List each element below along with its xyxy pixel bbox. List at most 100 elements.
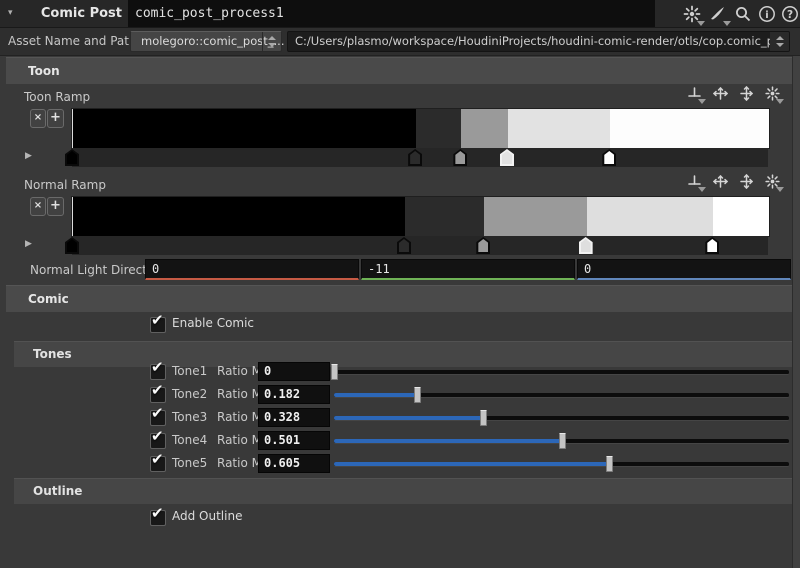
ramp-stop-handle[interactable] [500,149,514,166]
ramp-interpolation-icon[interactable] [686,173,703,190]
ramp-options-caret-icon [776,187,784,192]
ramp-stop-handle[interactable] [397,237,411,254]
ramp-add-point-button[interactable]: + [47,197,64,216]
ramp-add-point-button[interactable]: + [47,109,64,128]
ramp-segment [587,197,714,236]
info-icon[interactable]: i [757,4,777,24]
ramp-segment [405,197,484,236]
ramp-options-gear-icon[interactable] [764,173,781,190]
tone3-ratio-min-slider[interactable] [334,406,789,429]
add-outline-checkbox[interactable]: ✔ [150,510,166,526]
tone4-checkbox[interactable]: ✔ [150,433,166,449]
ramp-interpolation-caret-icon [698,187,706,192]
slider-track[interactable] [334,370,789,375]
section-header-outline[interactable]: Outline [14,478,800,504]
brush-appearance-icon[interactable] [708,4,728,24]
tone2-checkbox[interactable]: ✔ [150,387,166,403]
ramp-stop-handle[interactable] [476,237,490,254]
tone2-ratio-min-field[interactable]: 0.182 [258,385,330,404]
toon-ramp-gradient[interactable] [72,109,769,148]
tone5-ratio-min-slider[interactable] [334,452,789,475]
vertical-scrollbar[interactable] [792,56,800,568]
tone4-ratio-min-slider[interactable] [334,429,789,452]
ramp-move-horizontal-icon[interactable] [712,85,729,102]
svg-text:?: ? [787,9,793,21]
asset-definition-select[interactable]: molegoro::comic_post_... [130,31,282,52]
tone4-ratio-min-field[interactable]: 0.501 [258,431,330,450]
asset-path-spinner[interactable] [770,32,789,51]
ramp-expand-icon[interactable]: ▶ [25,239,32,249]
ramp-options-gear-icon[interactable] [764,85,781,102]
node-type-label: Comic Post Process [0,0,122,27]
gear-menu-icon[interactable] [682,4,702,24]
slider-handle[interactable] [414,387,421,403]
normal-ramp-handle-strip[interactable] [72,236,768,255]
spinner-up-icon [776,36,784,40]
toon-ramp-widget[interactable] [72,109,768,167]
ramp-move-horizontal-icon[interactable] [712,173,729,190]
normal-light-direction-z-field[interactable]: 0 [577,259,791,280]
ramp-segment [713,197,769,236]
section-header-toon[interactable]: Toon [6,57,800,84]
normal-light-direction-x-field[interactable]: 0 [145,259,359,280]
slider-fill [334,439,562,443]
toon-ramp-toolbar [686,85,781,103]
slider-handle[interactable] [331,364,338,380]
slider-handle[interactable] [606,456,613,472]
node-name-input[interactable]: comic_post_process1 [128,0,655,27]
ramp-stop-handle[interactable] [65,149,79,166]
ramp-move-vertical-icon[interactable] [738,85,755,102]
enable-comic-label: Enable Comic [172,316,254,330]
normal-light-direction-y-field[interactable]: -11 [361,259,575,280]
brush-menu-caret-icon [723,21,731,26]
tone5-label: Tone5 [172,456,207,470]
asset-definition-spinner[interactable] [262,32,281,51]
ramp-delete-point-button[interactable]: × [30,197,46,216]
ramp-stop-handle[interactable] [453,149,467,166]
ramp-expand-icon[interactable]: ▶ [25,151,32,161]
toon-ramp-label: Toon Ramp [24,90,90,104]
tone1-ratio-min-slider[interactable] [334,360,789,383]
houdini-parameter-pane: ▾ Comic Post Process comic_post_process1 [0,0,800,568]
enable-comic-checkbox[interactable]: ✔ [150,317,166,333]
ramp-stop-handle[interactable] [408,149,422,166]
checkmark-icon: ✔ [151,404,164,422]
asset-name-path-row: Asset Name and Path molegoro::comic_post… [0,28,800,56]
tone3-row: ✔ Tone3 Ratio Min 0.328 [0,406,800,429]
ramp-interpolation-icon[interactable] [686,85,703,102]
checkmark-icon: ✔ [151,504,164,522]
ramp-segment [484,197,586,236]
asset-name-path-label: Asset Name and Path [8,28,137,55]
ramp-stop-handle[interactable] [579,237,593,254]
section-header-comic[interactable]: Comic [6,285,800,312]
tone3-ratio-min-field[interactable]: 0.328 [258,408,330,427]
slider-fill [334,416,483,420]
tone1-checkbox[interactable]: ✔ [150,364,166,380]
ramp-segment [461,109,508,148]
help-icon[interactable]: ? [780,4,800,24]
ramp-options-caret-icon [776,99,784,104]
ramp-stop-handle[interactable] [705,237,719,254]
tone3-checkbox[interactable]: ✔ [150,410,166,426]
ramp-segment [508,109,610,148]
normal-ramp-toolbar [686,173,781,191]
checkmark-icon: ✔ [151,450,164,468]
search-icon[interactable] [733,4,753,24]
ramp-stop-handle[interactable] [602,149,616,166]
spinner-down-icon [776,43,784,47]
tone2-ratio-min-slider[interactable] [334,383,789,406]
ramp-segment [610,109,769,148]
ramp-move-vertical-icon[interactable] [738,173,755,190]
asset-path-field[interactable]: C:/Users/plasmo/workspace/HoudiniProject… [287,31,790,52]
ramp-delete-point-button[interactable]: × [30,109,46,128]
slider-handle[interactable] [480,410,487,426]
slider-handle[interactable] [559,433,566,449]
normal-ramp-widget[interactable] [72,197,768,255]
toon-ramp-handle-strip[interactable] [72,148,768,167]
tone5-checkbox[interactable]: ✔ [150,456,166,472]
tone5-ratio-min-field[interactable]: 0.605 [258,454,330,473]
ramp-stop-handle[interactable] [65,237,79,254]
tone1-ratio-min-field[interactable]: 0 [258,362,330,381]
normal-ramp-gradient[interactable] [72,197,769,236]
checkmark-icon: ✔ [151,311,164,329]
